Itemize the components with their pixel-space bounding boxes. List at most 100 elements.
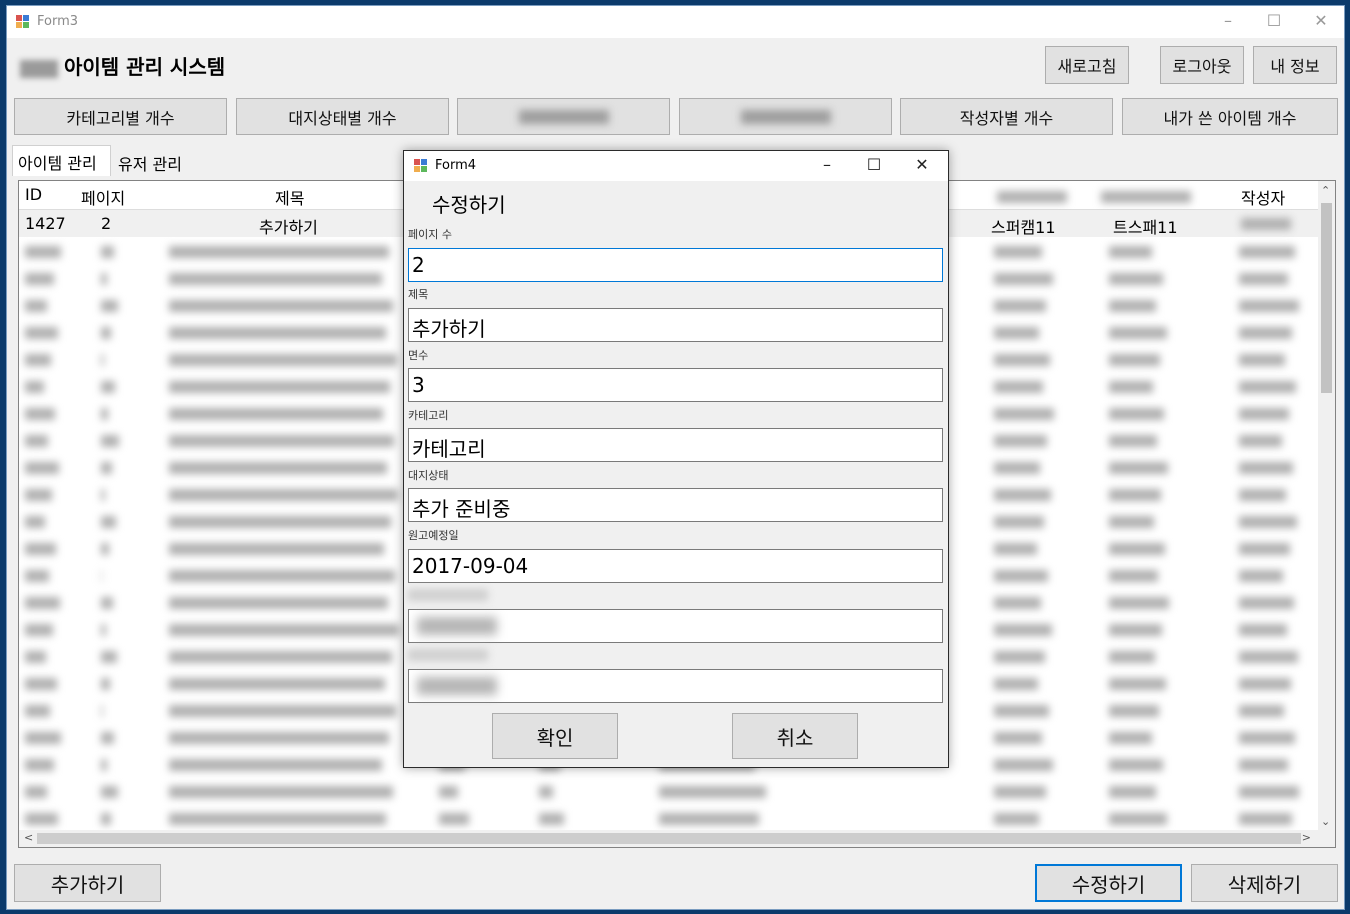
redacted-button-2[interactable] [679,98,892,135]
redacted-cell [169,543,384,555]
redacted-cell [1239,408,1289,420]
close-icon[interactable]: ✕ [1306,11,1336,30]
redacted-cell [1239,462,1293,474]
redacted-cell [1109,435,1157,447]
redacted-cell [25,273,54,285]
redacted-cell [25,381,44,393]
redacted-cell [1109,489,1161,501]
redacted-cell [1109,786,1156,798]
redacted-cell [1239,813,1292,825]
sides-field[interactable]: 3 [408,368,943,402]
my-items-count-button[interactable]: 내가 쓴 아이템 개수 [1122,98,1338,135]
redacted-button-1[interactable] [457,98,670,135]
redacted-cell [1109,813,1167,825]
redacted-cell [25,570,49,582]
redacted-cell [101,246,114,258]
redacted-cell [101,489,105,501]
redacted-cell [169,354,397,366]
redacted-cell [1109,408,1164,420]
title-field[interactable]: 추가하기 [408,308,943,342]
redacted-cell [1239,273,1288,285]
scroll-up-icon[interactable]: ⌃ [1321,184,1330,197]
category-field[interactable]: 카테고리 [408,428,943,462]
redacted-cell [25,408,55,420]
redacted-cell [1239,705,1284,717]
redacted-header [997,191,1067,203]
redacted-cell [1109,381,1153,393]
redacted-cell [1109,327,1167,339]
dialog-close-icon[interactable]: ✕ [907,155,937,174]
board-status-field[interactable]: 추가 준비중 [408,488,943,522]
col-header-author[interactable]: 작성자 [1241,185,1285,209]
redacted-field-1[interactable] [408,609,943,643]
redacted-label [408,589,488,601]
redacted-cell [169,516,391,528]
page-title: 아이템 관리 시스템 [20,51,225,80]
col-header-page[interactable]: 페이지 [81,185,125,209]
redacted-cell [1109,705,1159,717]
col-header-id[interactable]: ID [25,185,42,204]
redacted-cell [539,813,564,825]
category-count-button[interactable]: 카테고리별 개수 [14,98,227,135]
redacted-cell [101,327,111,339]
redacted-cell [994,354,1050,366]
redacted-cell [25,732,61,744]
redacted-cell [169,300,393,312]
redacted-cell [994,489,1051,501]
redacted-cell [169,759,382,771]
redacted-cell [169,597,388,609]
redacted-cell [101,705,103,717]
col-header-title[interactable]: 제목 [275,185,304,209]
redacted-chip [20,59,58,78]
horizontal-scroll-thumb[interactable] [37,833,1301,844]
table-row[interactable] [19,778,1319,805]
redacted-cell [25,462,59,474]
vertical-scroll-thumb[interactable] [1321,203,1332,393]
redacted-cell [25,543,56,555]
title-label: 제목 [408,288,429,301]
dialog-title: Form4 [435,158,477,173]
redacted-cell [1239,435,1282,447]
page-count-field[interactable]: 2 [408,248,943,282]
delete-button[interactable]: 삭제하기 [1191,864,1338,902]
redacted-cell [25,597,60,609]
redacted-cell [25,786,47,798]
scroll-left-icon[interactable]: < [24,831,33,844]
redacted-cell [169,651,392,663]
redacted-cell [994,651,1045,663]
due-date-field[interactable]: 2017-09-04 [408,549,943,583]
redacted-cell [994,435,1047,447]
status-count-button[interactable]: 대지상태별 개수 [236,98,449,135]
my-info-button[interactable]: 내 정보 [1253,46,1337,84]
tab-item-management[interactable]: 아이템 관리 [12,145,111,176]
redacted-cell [1109,516,1154,528]
redacted-cell [101,624,106,636]
redacted-cell [994,678,1038,690]
refresh-button[interactable]: 새로고침 [1045,46,1129,84]
redacted-header [1101,191,1191,203]
minimize-icon[interactable]: – [1213,11,1243,30]
confirm-button[interactable]: 확인 [492,713,618,759]
redacted-cell [1239,543,1290,555]
add-button[interactable]: 추가하기 [14,864,161,902]
tab-user-management[interactable]: 유저 관리 [113,147,193,175]
dialog-minimize-icon[interactable]: – [812,155,842,174]
cancel-button[interactable]: 취소 [732,713,858,759]
redacted-cell [994,732,1042,744]
scroll-right-icon[interactable]: > [1302,831,1311,844]
redacted-cell [25,327,58,339]
maximize-icon[interactable]: ☐ [1259,11,1289,30]
table-row[interactable] [19,805,1319,832]
redacted-cell [101,300,118,312]
horizontal-scrollbar[interactable]: < > [19,830,1335,847]
board-status-label: 대지상태 [408,469,449,482]
redacted-cell [101,786,118,798]
scroll-down-icon[interactable]: ⌄ [1321,815,1330,828]
edit-button[interactable]: 수정하기 [1035,864,1182,902]
author-count-button[interactable]: 작성자별 개수 [900,98,1113,135]
redacted-cell [169,273,382,285]
dialog-maximize-icon[interactable]: ☐ [859,155,889,174]
vertical-scrollbar[interactable]: ⌃ ⌄ [1318,181,1335,830]
redacted-field-2[interactable] [408,669,943,703]
logout-button[interactable]: 로그아웃 [1160,46,1244,84]
